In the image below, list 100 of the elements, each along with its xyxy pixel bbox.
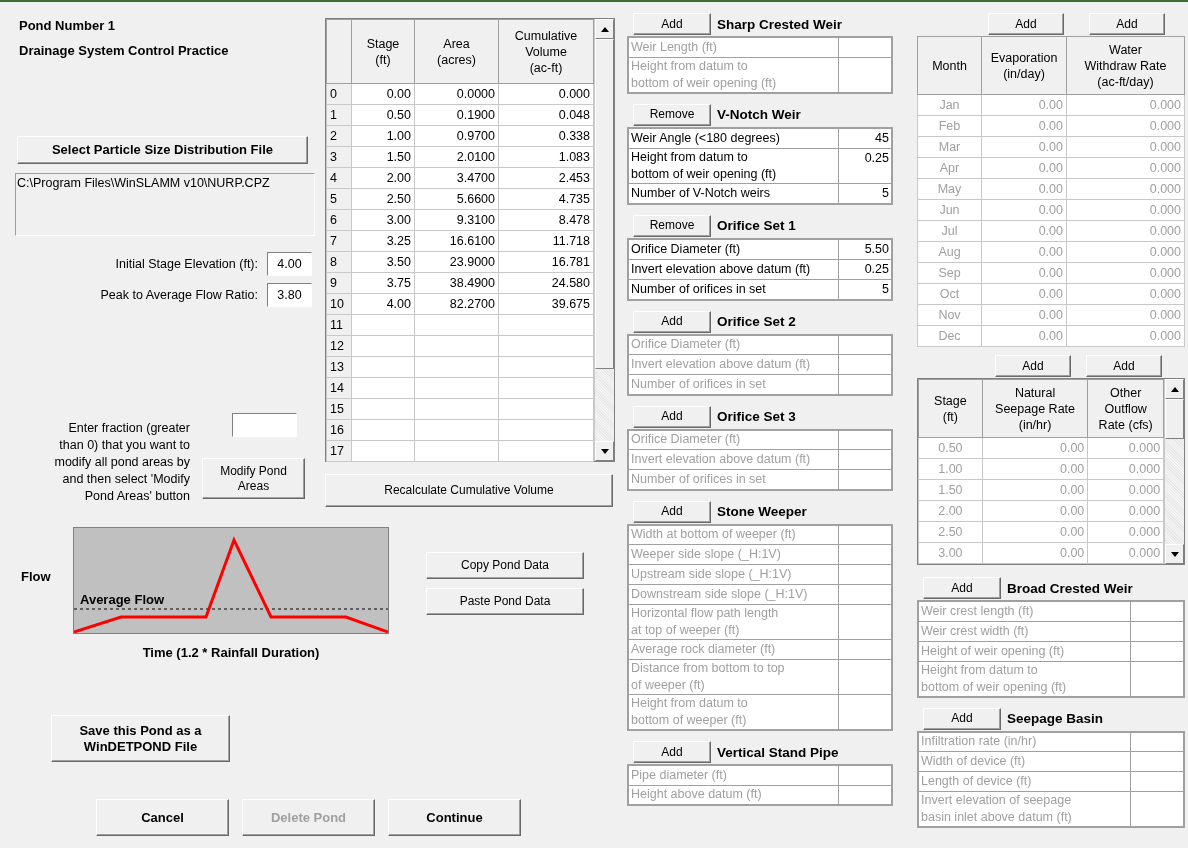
average-flow-label: Average Flow — [80, 592, 165, 607]
parameter-label: Horizontal flow path length at top of weeper (ft) — [628, 604, 838, 640]
scroll-up-button[interactable] — [595, 19, 614, 39]
section-title: Seepage Basin — [1007, 711, 1104, 726]
modify-areas-button[interactable]: Modify Pond Areas — [202, 458, 305, 499]
parameter-label: Height from datum to bottom of weeper (ft) — [628, 694, 838, 730]
section-title: V-Notch Weir — [717, 107, 801, 122]
column-header: Natural Seepage Rate (in/hr) — [982, 379, 1088, 438]
row-number: 14 — [326, 377, 352, 399]
section-title: Orifice Set 2 — [717, 314, 796, 329]
field-label: Peak to Average Flow Ratio: — [100, 288, 258, 302]
row-number: 10 — [326, 293, 352, 315]
row-number: 3 — [326, 146, 352, 168]
parameter-label: Width at bottom of weeper (ft) — [628, 524, 838, 545]
parameter-label: Pipe diameter (ft) — [628, 765, 838, 785]
parameter-label: Length of device (ft) — [918, 771, 1130, 792]
row-number: 13 — [326, 356, 352, 378]
up-arrow-icon — [1170, 386, 1179, 392]
parameter-label: Invert elevation above datum (ft) — [628, 259, 838, 279]
paste-button[interactable]: Paste Pond Data — [426, 588, 584, 615]
parameter-label: Average rock diameter (ft) — [628, 639, 838, 660]
remove-button[interactable]: Remove — [633, 103, 711, 126]
column-header: Area (acres) — [414, 19, 499, 84]
up-arrow-icon — [600, 26, 609, 32]
section-title: Vertical Stand Pipe — [717, 744, 839, 760]
scroll-thumb[interactable] — [1165, 399, 1184, 439]
column-header: Stage (ft) — [351, 19, 415, 84]
scrollbar[interactable] — [1164, 379, 1184, 564]
row-number: 7 — [326, 230, 352, 252]
parameter-label: Infiltration rate (in/hr) — [918, 731, 1130, 752]
row-number: 0 — [326, 83, 352, 105]
add-button[interactable]: Add — [923, 707, 1001, 730]
section-title: Broad Crested Weir — [1007, 580, 1133, 596]
pond-subtitle: Drainage System Control Practice — [19, 43, 230, 58]
row-number: 15 — [326, 398, 352, 420]
scroll-down-button[interactable] — [1165, 544, 1184, 564]
add-button[interactable]: Add — [633, 500, 711, 523]
add-button[interactable]: Add — [988, 13, 1064, 35]
parameter-label: Height from datum to bottom of weir opening (ft) — [918, 661, 1130, 697]
dialog-button[interactable]: Continue — [388, 799, 521, 836]
row-number: 5 — [326, 188, 352, 210]
fraction-field[interactable] — [232, 413, 297, 437]
number-field[interactable]: 3.80 — [267, 283, 312, 307]
select-file-button[interactable]: Select Particle Size Distribution File — [17, 136, 308, 164]
parameter-label: Height from datum to bottom of weir opening (ft) — [628, 148, 838, 183]
column-header: Water Withdraw Rate (ac-ft/day) — [1066, 36, 1185, 95]
parameter-label: Height of weir opening (ft) — [918, 641, 1130, 661]
row-number: 2 — [326, 125, 352, 147]
section-title: Orifice Set 1 — [717, 218, 796, 233]
section-title: Stone Weeper — [717, 504, 807, 519]
parameter-label: Distance from bottom to top of weeper (ft) — [628, 659, 838, 695]
scroll-thumb[interactable] — [595, 39, 614, 369]
corner-cell — [326, 19, 352, 84]
row-number: 16 — [326, 419, 352, 441]
row-number: 9 — [326, 272, 352, 294]
add-button[interactable]: Add — [633, 405, 711, 428]
row-number: 6 — [326, 209, 352, 231]
file-path-field[interactable]: C:\Program Files\WinSLAMM v10\NURP.CPZ — [15, 173, 315, 236]
parameter-label: Width of device (ft) — [918, 751, 1130, 772]
add-button[interactable]: Add — [633, 13, 711, 35]
row-number: 8 — [326, 251, 352, 273]
parameter-label: Weir Angle (<180 degrees) — [628, 127, 838, 148]
add-button[interactable]: Add — [1089, 13, 1165, 35]
column-header: Cumulative Volume (ac-ft) — [498, 19, 594, 84]
parameter-label: Weir crest width (ft) — [918, 621, 1130, 641]
copy-button[interactable]: Copy Pond Data — [426, 552, 584, 579]
row-number: 1 — [326, 104, 352, 126]
parameter-label: Orifice Diameter (ft) — [628, 429, 838, 450]
parameter-label: Downstream side slope (_H:1V) — [628, 584, 838, 605]
add-button[interactable]: Add — [633, 741, 711, 763]
down-arrow-icon — [1170, 551, 1179, 557]
add-button[interactable]: Add — [923, 577, 1001, 599]
parameter-label: Invert elevation above datum (ft) — [628, 354, 838, 375]
parameter-label: Height from datum to bottom of weir opening (ft) — [628, 57, 838, 93]
add-button[interactable]: Add — [1086, 355, 1162, 377]
scroll-up-button[interactable] — [1165, 379, 1184, 399]
column-header: Stage (ft) — [918, 379, 983, 438]
add-button[interactable]: Add — [633, 310, 711, 333]
parameter-label: Orifice Diameter (ft) — [628, 238, 838, 259]
row-number: 4 — [326, 167, 352, 189]
section-title: Sharp Crested Weir — [717, 16, 843, 32]
parameter-label: Weir crest length (ft) — [918, 601, 1130, 621]
scrollbar[interactable] — [594, 19, 614, 461]
axis-label: Time (1.2 * Rainfall Duration) — [142, 645, 320, 660]
column-header: Month — [917, 36, 982, 95]
recalculate-button[interactable]: Recalculate Cumulative Volume — [325, 474, 613, 507]
dialog-button[interactable]: Cancel — [96, 799, 229, 836]
remove-button[interactable]: Remove — [633, 214, 711, 237]
parameter-label: Upstream side slope (_H:1V) — [628, 564, 838, 585]
section-title: Orifice Set 3 — [717, 409, 796, 424]
parameter-label: Weeper side slope (_H:1V) — [628, 544, 838, 565]
pond-title: Pond Number 1 — [19, 18, 117, 33]
parameter-label: Weir Length (ft) — [628, 37, 838, 57]
scroll-down-button[interactable] — [595, 441, 614, 461]
save-pond-button[interactable]: Save this Pond as a WinDETPOND File — [51, 715, 230, 762]
add-button[interactable]: Add — [995, 355, 1071, 377]
parameter-label: Invert elevation above datum (ft) — [628, 449, 838, 470]
row-number: 12 — [326, 335, 352, 357]
number-field[interactable]: 4.00 — [267, 252, 312, 276]
parameter-label: Invert elevation of seepage basin inlet above datum (ft) — [918, 791, 1130, 827]
